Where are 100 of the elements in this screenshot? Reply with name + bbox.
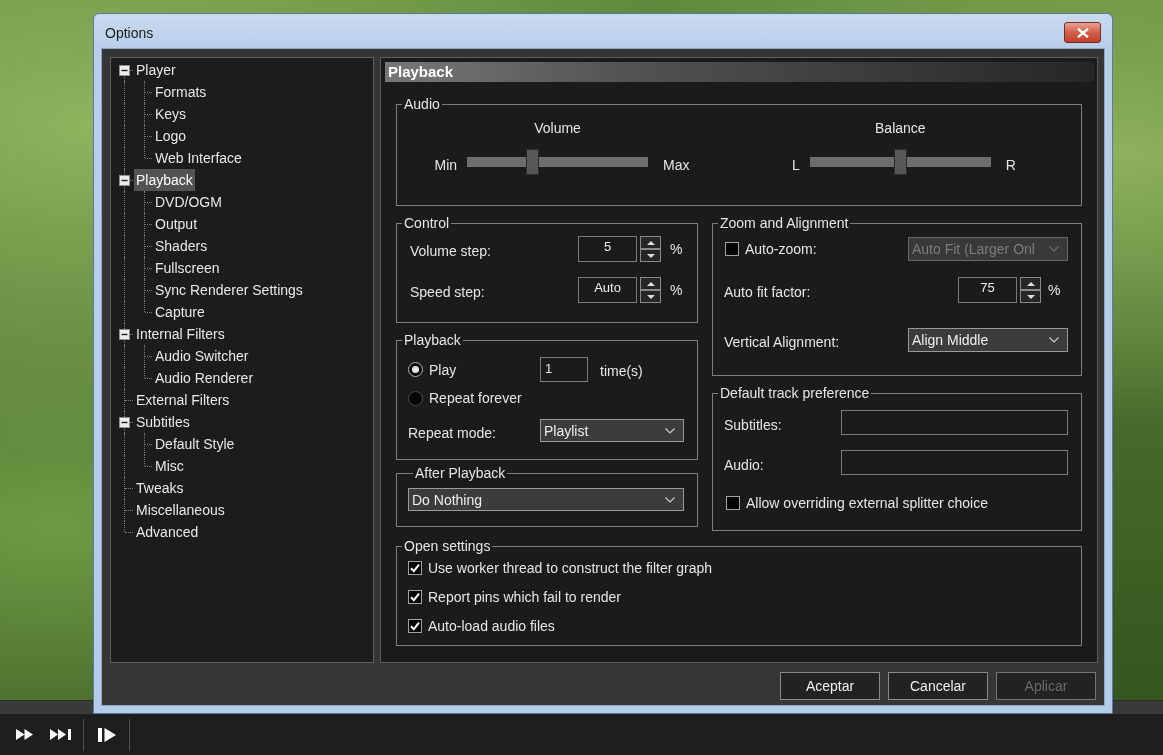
- tree-item[interactable]: Web Interface: [153, 147, 244, 169]
- tree-item[interactable]: Logo: [153, 125, 189, 147]
- unit-label: %: [670, 282, 682, 298]
- spin-up-button[interactable]: [1020, 277, 1041, 290]
- tree-item[interactable]: Output: [153, 213, 200, 235]
- tree-item[interactable]: Advanced: [134, 521, 201, 543]
- option-label: Repeat forever: [429, 390, 522, 406]
- input-field[interactable]: [841, 450, 1068, 475]
- checkbox[interactable]: [408, 619, 422, 633]
- field-label: Auto fit factor:: [724, 283, 812, 300]
- chevron-down-icon: [665, 427, 675, 434]
- slider-thumb[interactable]: [893, 149, 907, 175]
- spin-down-button[interactable]: [640, 249, 661, 262]
- tree-item[interactable]: Fullscreen: [153, 257, 222, 279]
- step-forward-icon[interactable]: [98, 727, 116, 742]
- tree-item[interactable]: Audio Renderer: [153, 367, 256, 389]
- page-title: Playback: [385, 62, 1094, 82]
- chevron-down-icon: [1049, 337, 1059, 343]
- triangle-down-icon: [1026, 294, 1035, 299]
- spin-field[interactable]: 5: [578, 236, 637, 262]
- field-label: Speed step:: [410, 283, 486, 300]
- checkbox-label: Auto-zoom:: [745, 241, 817, 257]
- group-title: Control: [403, 215, 451, 232]
- slider-thumb[interactable]: [525, 149, 539, 175]
- slider-label: Balance: [874, 120, 927, 137]
- unit-label: %: [670, 241, 682, 257]
- triangle-down-icon: [646, 253, 655, 258]
- close-icon: [1076, 27, 1089, 38]
- unit-label: %: [1048, 282, 1060, 298]
- checkbox-label: Report pins which fail to render: [428, 589, 621, 605]
- tree-item[interactable]: Capture: [153, 301, 207, 323]
- vertical-alignment-dropdown[interactable]: Align Middle: [908, 328, 1068, 352]
- field-label: Subtitles:: [724, 415, 783, 433]
- checkbox[interactable]: [408, 590, 422, 604]
- slider-min-label: L: [792, 156, 800, 174]
- tree-item[interactable]: DVD/OGM: [153, 191, 224, 213]
- spin-down-button[interactable]: [1020, 290, 1041, 303]
- chevron-down-icon: [1049, 246, 1059, 252]
- collapse-icon[interactable]: [119, 175, 130, 186]
- spin-up-button[interactable]: [640, 236, 661, 249]
- group-title: Default track preference: [719, 385, 871, 402]
- tree-item[interactable]: Player: [134, 59, 178, 81]
- radio-button[interactable]: [408, 362, 423, 377]
- tree-item[interactable]: Default Style: [153, 433, 237, 455]
- spin-down-button[interactable]: [640, 290, 661, 303]
- group-title: Zoom and Alignment: [719, 215, 850, 232]
- fast-forward-icon[interactable]: [16, 729, 33, 740]
- slider-label: Volume: [533, 120, 582, 137]
- group-title: Audio: [403, 96, 441, 113]
- slider-max-label: R: [1005, 156, 1016, 174]
- tree-item[interactable]: External Filters: [134, 389, 232, 411]
- field-label: Audio:: [724, 455, 765, 473]
- collapse-icon[interactable]: [119, 65, 130, 76]
- chevron-down-icon: [665, 496, 675, 503]
- option-label: Play: [429, 361, 457, 378]
- tree-item[interactable]: Internal Filters: [134, 323, 227, 345]
- input-field[interactable]: [841, 410, 1068, 435]
- skip-forward-icon[interactable]: [50, 729, 71, 740]
- slider-max-label: Max: [663, 156, 690, 174]
- close-button[interactable]: [1064, 22, 1101, 43]
- repeat-mode-dropdown[interactable]: Playlist: [540, 419, 684, 442]
- tree-item[interactable]: Keys: [153, 103, 189, 125]
- collapse-icon[interactable]: [119, 329, 130, 340]
- checkbox[interactable]: [726, 496, 740, 510]
- triangle-up-icon: [646, 240, 655, 245]
- spin-field[interactable]: 75: [958, 277, 1017, 303]
- group-title: Open settings: [403, 538, 492, 555]
- checkbox[interactable]: [408, 561, 422, 575]
- window-title: Options: [105, 25, 154, 42]
- dialog-button[interactable]: Aceptar: [780, 672, 880, 700]
- field-label: Volume step:: [410, 242, 492, 259]
- checkbox-label: Auto-load audio files: [428, 618, 555, 634]
- group-title: After Playback: [414, 465, 507, 482]
- times-field[interactable]: 1: [540, 357, 588, 382]
- tree-item[interactable]: Subtitles: [134, 411, 192, 433]
- tree-item[interactable]: Shaders: [153, 235, 210, 257]
- radio-button[interactable]: [408, 390, 423, 406]
- checkbox-label: Use worker thread to construct the filter graph: [428, 560, 713, 576]
- after-playback-dropdown[interactable]: Do Nothing: [408, 488, 684, 511]
- tree-item[interactable]: Playback: [134, 169, 195, 191]
- tree-item[interactable]: Formats: [153, 81, 209, 103]
- field-label: Vertical Alignment:: [724, 333, 841, 350]
- dialog-button[interactable]: Cancelar: [888, 672, 988, 700]
- slider-min-label: Min: [434, 156, 458, 174]
- checkbox[interactable]: [725, 242, 739, 256]
- spin-field[interactable]: Auto: [578, 277, 637, 303]
- tree-item[interactable]: Tweaks: [134, 477, 186, 499]
- unit-label: time(s): [600, 362, 643, 379]
- checkbox-label: Allow overriding external splitter choice: [746, 495, 988, 511]
- tree-item[interactable]: Misc: [153, 455, 186, 477]
- collapse-icon[interactable]: [119, 417, 130, 428]
- triangle-down-icon: [646, 294, 655, 299]
- tree-item[interactable]: Audio Switcher: [153, 345, 251, 367]
- spin-up-button[interactable]: [640, 277, 661, 290]
- field-label: Repeat mode:: [408, 423, 497, 441]
- tree-item[interactable]: Sync Renderer Settings: [153, 279, 305, 301]
- tree-item[interactable]: Miscellaneous: [134, 499, 227, 521]
- triangle-up-icon: [646, 281, 655, 286]
- group-title: Playback: [403, 332, 462, 349]
- triangle-up-icon: [1026, 281, 1035, 286]
